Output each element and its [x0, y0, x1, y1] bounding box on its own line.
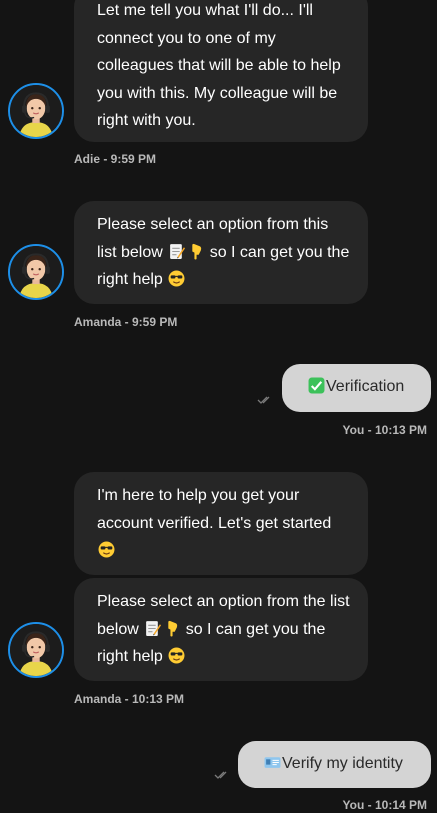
memo-emoji-icon [144, 620, 162, 637]
check-mark-emoji-icon [308, 377, 325, 394]
user-message-bubble: Verification [282, 364, 431, 412]
agent-avatar [8, 622, 64, 678]
double-check-icon [257, 396, 270, 404]
agent-message-bubble: Let me tell you what I'll do... I'll con… [74, 0, 368, 142]
user-message-bubble: Verify my identity [238, 741, 431, 788]
message-text: I'm here to help you get your account ve… [97, 487, 332, 532]
message-text: connect you to one of my colleagues that… [97, 29, 341, 130]
agent-avatar [8, 244, 64, 300]
message-meta: You - 10:13 PM [342, 423, 427, 437]
pointing-down-emoji-icon [187, 243, 204, 260]
message-meta: Amanda - 9:59 PM [74, 315, 178, 329]
id-card-emoji-icon [264, 754, 281, 771]
agent-headset-avatar-icon [10, 85, 62, 137]
message-meta: Amanda - 10:13 PM [74, 692, 185, 706]
agent-message-bubble: Please select an option from the list be… [74, 578, 368, 681]
agent-message-bubble: Please select an option from this list b… [74, 201, 368, 304]
message-meta: You - 10:14 PM [342, 798, 427, 812]
agent-headset-avatar-icon [10, 246, 62, 298]
message-meta: Adie - 9:59 PM [74, 152, 157, 166]
agent-avatar [8, 83, 64, 139]
sunglasses-emoji-icon [168, 270, 185, 287]
message-text-line1: Let me tell you what I'll do... I'll [97, 2, 313, 19]
memo-emoji-icon [168, 243, 186, 260]
agent-headset-avatar-icon [10, 624, 62, 676]
pointing-down-emoji-icon [163, 620, 180, 637]
message-text: Verification [326, 378, 405, 395]
sunglasses-emoji-icon [98, 541, 115, 558]
agent-message-bubble: I'm here to help you get your account ve… [74, 472, 368, 575]
sunglasses-emoji-icon [168, 647, 185, 664]
double-check-icon [214, 771, 227, 779]
message-text: Verify my identity [282, 755, 403, 772]
